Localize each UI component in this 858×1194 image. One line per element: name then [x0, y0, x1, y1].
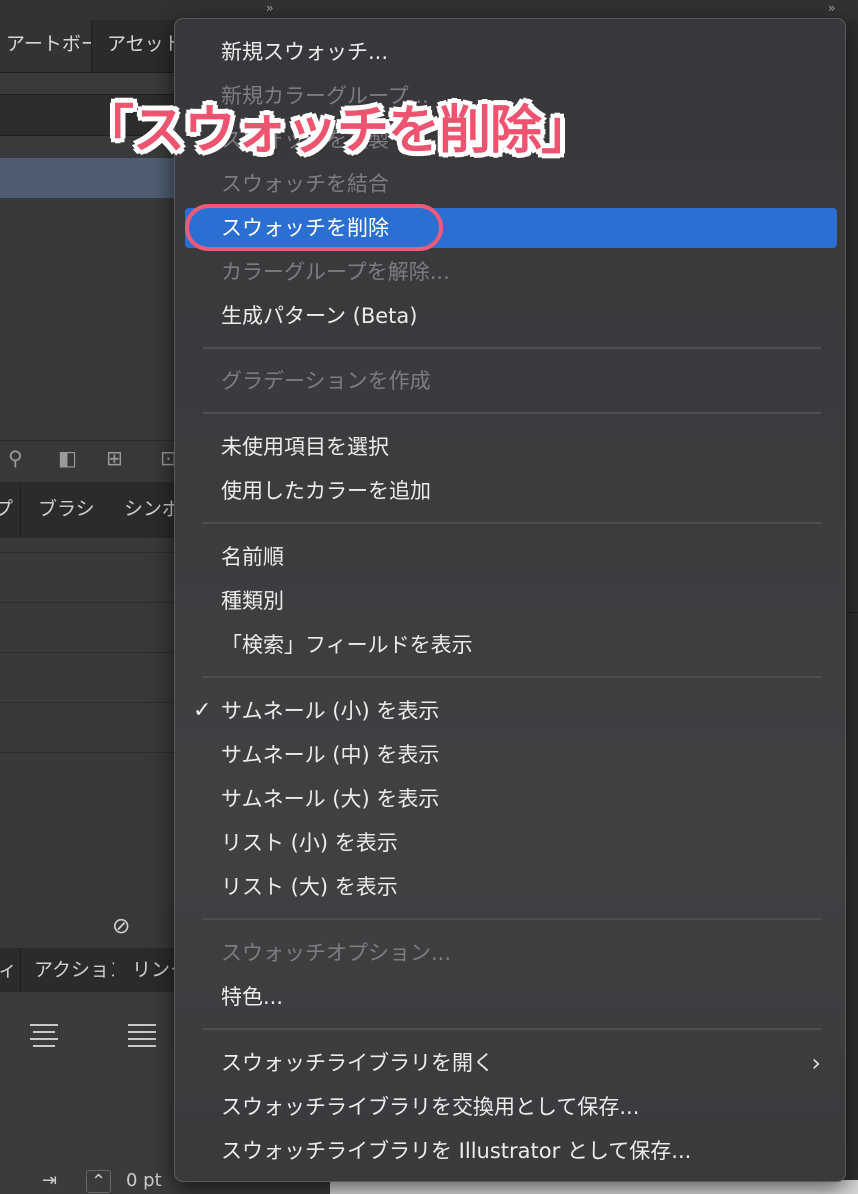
brush-list [0, 538, 180, 908]
menu-separator [203, 412, 821, 414]
menu-item-show-find-field[interactable]: 「検索」フィールドを表示 [185, 625, 837, 665]
menu-separator [203, 918, 821, 920]
menu-item-sort-by-kind[interactable]: 種類別 [185, 581, 837, 621]
swatches-panel-menu: 新規スウォッチ... 新規カラーグループ... スウォッチを複製 スウォッチを結… [174, 18, 846, 1182]
menu-item-large-list-view[interactable]: リスト (大) を表示 [185, 867, 837, 907]
indent-icon[interactable]: ⇥ [42, 1170, 57, 1191]
menu-item-large-thumbnail-view[interactable]: サムネール (大) を表示 [185, 779, 837, 819]
menu-item-open-swatch-library[interactable]: スウォッチライブラリを開く › [185, 1043, 837, 1083]
panel-tabs-top: アートボード アセット [0, 20, 183, 73]
menu-item-swatch-options: スウォッチオプション... [221, 941, 452, 965]
canvas-area [330, 1180, 858, 1194]
menu-item-medium-thumbnail-view[interactable]: サムネール (中) を表示 [185, 735, 837, 775]
menu-item-select-unused[interactable]: 未使用項目を選択 [185, 427, 837, 467]
align-center-icon[interactable] [30, 1024, 58, 1052]
tab-brushes[interactable]: ブラシ [38, 482, 108, 538]
swatch-kind-icon[interactable]: ◧ [58, 446, 77, 470]
menu-item-merge-swatches: スウォッチを結合 [221, 172, 389, 196]
menu-item-save-library-as-illustrator[interactable]: スウォッチライブラリを Illustrator として保存... [185, 1131, 837, 1171]
paragraph-panel [0, 992, 180, 1194]
menu-item-add-used-colors[interactable]: 使用したカラーを追加 [185, 471, 837, 511]
menu-item-small-list-view[interactable]: リスト (小) を表示 [185, 823, 837, 863]
swatch-list [0, 198, 180, 440]
menu-item-spot-colors[interactable]: 特色... [185, 977, 837, 1017]
annotation-label: 「スウォッチを削除」 [82, 101, 593, 161]
menu-separator [203, 522, 821, 524]
menu-item-ungroup-color-group: カラーグループを解除... [221, 260, 450, 284]
indent-value[interactable]: 0 pt [126, 1170, 162, 1191]
tab-assets[interactable]: アセット [93, 20, 183, 72]
collapse-chevron-icon[interactable]: ›› [828, 1, 835, 15]
menu-item-create-gradient: グラデーションを作成 [221, 369, 431, 393]
collapse-chevron-icon[interactable]: ›› [266, 1, 273, 15]
annotation-highlight-circle [185, 204, 443, 251]
panel-tabs-middle: プ ブラシ シンボル [0, 482, 184, 539]
brush-toolbar: ⊘ [0, 908, 180, 948]
search-icon[interactable]: ⚲ [8, 446, 23, 470]
remove-brush-stroke-icon[interactable]: ⊘ [112, 914, 130, 939]
top-bar: ›› ›› [0, 0, 858, 20]
menu-item-generate-pattern[interactable]: 生成パターン (Beta) [185, 296, 837, 336]
tab-actions[interactable]: アクション [34, 948, 114, 992]
tab-partial[interactable]: プ [0, 482, 21, 538]
stepper-up-icon[interactable]: ⌃ [86, 1170, 112, 1193]
submenu-arrow-icon: › [811, 1049, 821, 1077]
menu-item-save-library-for-exchange[interactable]: スウォッチライブラリを交換用として保存... [185, 1087, 837, 1127]
checkmark-icon: ✓ [193, 698, 212, 723]
panel-tabs-lower: ィ アクション リンク [0, 948, 182, 993]
tab-artboards[interactable]: アートボード [0, 20, 92, 72]
menu-item-sort-by-name[interactable]: 名前順 [185, 537, 837, 577]
menu-item-new-swatch[interactable]: 新規スウォッチ... [185, 32, 837, 72]
menu-separator [203, 347, 821, 349]
tab-partial-lower[interactable]: ィ [0, 948, 21, 992]
swatch-toolbar [0, 440, 180, 481]
menu-separator [203, 1028, 821, 1030]
add-to-library-icon[interactable]: ⊞ [106, 446, 123, 470]
menu-separator [203, 676, 821, 678]
menu-item-small-thumbnail-view[interactable]: ✓ サムネール (小) を表示 [185, 691, 837, 731]
align-right-icon[interactable] [128, 1024, 156, 1052]
